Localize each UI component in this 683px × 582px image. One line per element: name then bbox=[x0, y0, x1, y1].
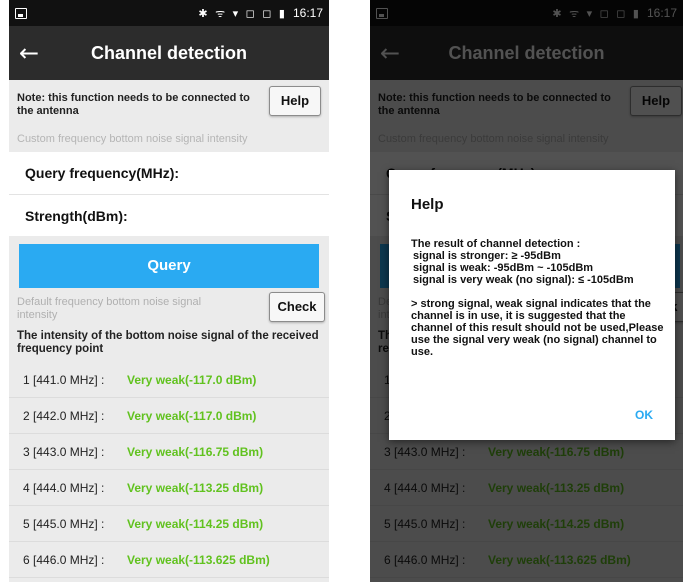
note-row: Note: this function needs to be connecte… bbox=[9, 80, 329, 126]
dialog-line-heading: The result of channel detection : bbox=[411, 238, 581, 250]
dialog-line-stronger: signal is stronger: ≥ -95dBm bbox=[413, 250, 561, 262]
result-value: Very weak(-117.0 dBm) bbox=[127, 372, 257, 387]
list-item: 1 [441.0 MHz] : Very weak(-117.0 dBm) bbox=[9, 362, 329, 398]
result-value: Very weak(-113.625 dBm) bbox=[127, 552, 270, 567]
query-frequency-label: Query frequency(MHz): bbox=[25, 165, 180, 181]
result-frequency: 3 [443.0 MHz] : bbox=[23, 444, 105, 459]
result-value: Very weak(-117.0 dBm) bbox=[127, 408, 257, 423]
result-frequency: 6 [446.0 MHz] : bbox=[23, 552, 105, 567]
result-frequency: 5 [445.0 MHz] : bbox=[23, 516, 105, 531]
gallery-notification-icon bbox=[15, 7, 27, 19]
dialog-body: The result of channel detection : signal… bbox=[411, 238, 666, 358]
status-bar: ✱ ᯤ ▾ ◻ ◻ ▮ 16:17 bbox=[9, 0, 329, 26]
dialog-spacer bbox=[411, 286, 666, 298]
phone-screen-help-dialog: ✱ ᯤ ▾ ◻ ◻ ▮ 16:17 ← Channel detection No… bbox=[370, 0, 683, 582]
list-item: 5 [445.0 MHz] : Very weak(-114.25 dBm) bbox=[9, 506, 329, 542]
list-item: 2 [442.0 MHz] : Very weak(-117.0 dBm) bbox=[9, 398, 329, 434]
dialog-line-very-weak: signal is very weak (no signal): ≤ -105d… bbox=[413, 274, 634, 286]
phone-screen-main: ✱ ᯤ ▾ ◻ ◻ ▮ 16:17 ← Channel detection No… bbox=[9, 0, 329, 582]
result-frequency: 2 [442.0 MHz] : bbox=[23, 408, 105, 423]
ok-button[interactable]: OK bbox=[635, 408, 653, 422]
results-list: 1 [441.0 MHz] : Very weak(-117.0 dBm) 2 [… bbox=[9, 362, 329, 578]
default-frequency-caption: Default frequency bottom noise signal in… bbox=[17, 296, 202, 321]
result-frequency: 1 [441.0 MHz] : bbox=[23, 372, 105, 387]
custom-frequency-caption: Custom frequency bottom noise signal int… bbox=[9, 126, 329, 152]
page-title: Channel detection bbox=[90, 42, 247, 63]
result-value: Very weak(-113.25 dBm) bbox=[127, 480, 264, 495]
check-button[interactable]: Check bbox=[269, 292, 325, 322]
result-value: Very weak(-116.75 dBm) bbox=[127, 444, 264, 459]
default-frequency-row: Default frequency bottom noise signal in… bbox=[9, 288, 329, 328]
back-arrow-icon[interactable]: ← bbox=[9, 39, 49, 67]
list-item: 6 [446.0 MHz] : Very weak(-113.625 dBm) bbox=[9, 542, 329, 578]
result-frequency: 4 [444.0 MHz] : bbox=[23, 480, 105, 495]
strength-field: Strength(dBm): bbox=[9, 194, 329, 236]
app-bar: ← Channel detection bbox=[9, 26, 329, 80]
status-icons: ✱ ᯤ ▾ ◻ ◻ ▮ bbox=[198, 6, 287, 20]
strength-label: Strength(dBm): bbox=[25, 207, 128, 224]
dialog-paragraph: > strong signal, weak signal indicates t… bbox=[411, 298, 664, 358]
help-button[interactable]: Help bbox=[269, 86, 321, 116]
dialog-title: Help bbox=[411, 196, 444, 213]
status-time: 16:17 bbox=[292, 6, 323, 20]
dialog-line-weak: signal is weak: -95dBm ~ -105dBm bbox=[413, 262, 594, 274]
query-frequency-field[interactable]: Query frequency(MHz): bbox=[9, 152, 329, 194]
antenna-note: Note: this function needs to be connecte… bbox=[17, 92, 250, 117]
list-item: 3 [443.0 MHz] : Very weak(-116.75 dBm) bbox=[9, 434, 329, 470]
list-item: 4 [444.0 MHz] : Very weak(-113.25 dBm) bbox=[9, 470, 329, 506]
query-button[interactable]: Query bbox=[19, 244, 319, 288]
intensity-title: The intensity of the bottom noise signal… bbox=[17, 330, 319, 355]
help-dialog: Help The result of channel detection : s… bbox=[389, 170, 675, 440]
result-value: Very weak(-114.25 dBm) bbox=[127, 516, 264, 531]
